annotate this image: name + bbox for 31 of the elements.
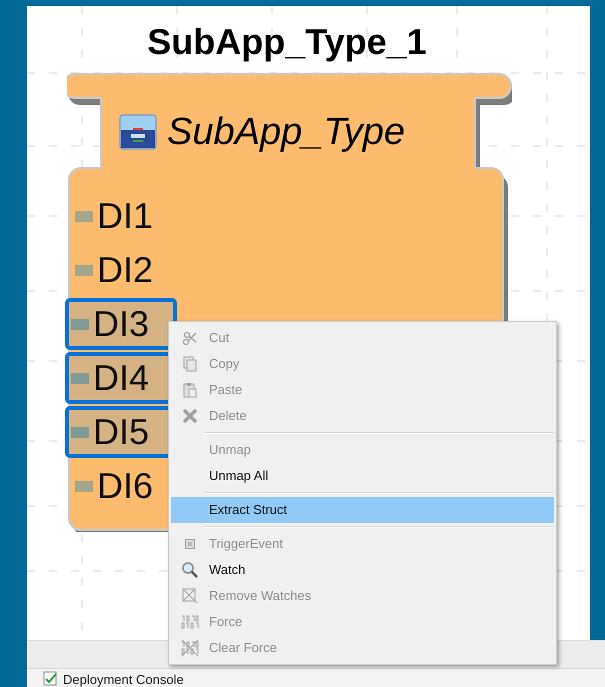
pin-label: DI3 [93,304,150,344]
input-pin[interactable]: DI3 [65,298,177,350]
input-pin[interactable]: DI1 [65,190,177,242]
menu-item[interactable]: Extract Struct [171,497,554,523]
pin-label: DI6 [97,466,154,506]
menu-item[interactable]: Watch [171,557,554,583]
binary-icon [181,614,199,630]
menu-item[interactable]: Unmap All [171,463,554,489]
copy-icon [182,356,198,372]
subapp-icon [119,114,157,150]
pin-connector-icon [71,318,89,330]
deployment-console-tab[interactable]: Deployment Console [63,672,184,687]
pin-connector-icon [71,372,89,384]
paste-icon [182,382,198,398]
remove-watch-icon [181,587,199,605]
pin-label: DI1 [97,196,154,236]
scissors-icon [182,330,198,346]
input-pin[interactable]: DI2 [65,244,177,296]
pin-connector-icon [71,426,89,438]
pin-connector-icon [75,210,93,222]
block-instance-name: SubApp_Type_1 [146,20,428,64]
pin-connector-icon [75,480,93,492]
clear-force-icon [181,639,199,657]
trigger-icon [185,539,195,549]
pin-label: DI2 [97,250,154,290]
pin-label: DI5 [93,412,150,452]
delete-icon [182,408,198,424]
pin-connector-icon [75,264,93,276]
pin-label: DI4 [93,358,150,398]
block-type-name: SubApp_Type [167,110,406,155]
magnifier-icon [181,561,199,579]
